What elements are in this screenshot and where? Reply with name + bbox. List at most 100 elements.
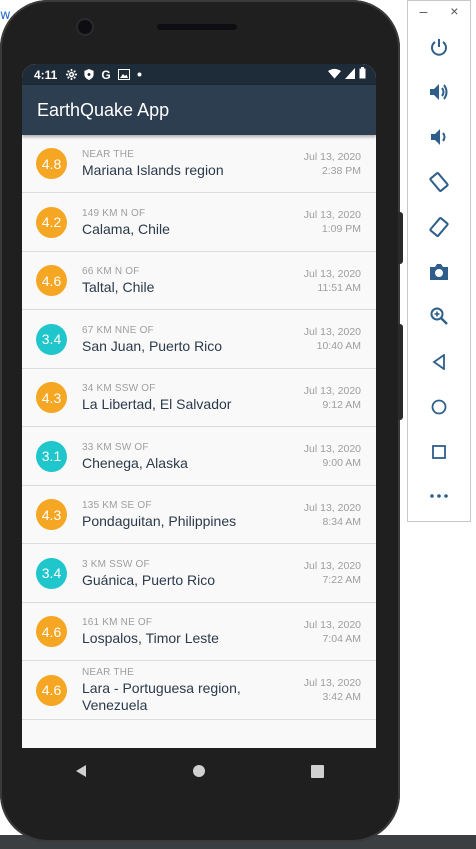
earthquake-list-item[interactable]: 4.6 NEAR THE Lara - Portuguesa region, Ven… (22, 661, 376, 720)
phone-screen: 4:11 G EarthQuake App 4.8 NEAR THE Maria… (22, 64, 376, 748)
primary-location: San Juan, Puerto Rico (82, 337, 223, 354)
magnitude-badge: 3.4 (36, 557, 67, 589)
primary-location: Calama, Chile (82, 220, 170, 237)
magnitude-badge: 4.2 (36, 206, 67, 238)
notification-dot-icon (137, 72, 142, 77)
location-offset: 67 KM NNE OF (82, 324, 154, 336)
location-block: 66 KM N OF Taltal, Chile (82, 265, 304, 296)
nav-overview-icon[interactable] (307, 761, 327, 781)
location-block: 149 KM N OF Calama, Chile (82, 207, 304, 238)
earthquake-list-item[interactable]: 4.2 149 KM N OF Calama, Chile Jul 13, 2020 1… (22, 193, 376, 252)
datetime-block: Jul 13, 2020 2:38 PM (304, 150, 361, 178)
quake-date: Jul 13, 2020 (303, 677, 361, 689)
nav-back-icon[interactable] (71, 761, 91, 781)
toolbar-header: – × (408, 1, 470, 21)
zoom-icon[interactable] (408, 301, 470, 331)
datetime-block: Jul 13, 2020 9:00 AM (304, 442, 361, 470)
location-offset: 34 KM SSW OF (82, 383, 156, 394)
side-power-button[interactable] (398, 212, 403, 264)
status-time: 4:11 (34, 67, 58, 82)
status-bar: 4:11 G (22, 64, 376, 85)
location-block: NEAR THE Mariana Islands region (82, 148, 304, 179)
emulator-toolbar: – × (407, 0, 471, 522)
location-block: 33 KM SW OF Chenega, Alaska (82, 441, 304, 472)
primary-location: Pondaguitan, Philippines (82, 513, 237, 529)
location-offset: 33 KM SW OF (82, 441, 149, 453)
power-icon[interactable] (408, 32, 470, 62)
earthquake-list-item[interactable]: 4.8 NEAR THE Mariana Islands region Jul 13,… (22, 135, 376, 193)
magnitude-badge: 4.6 (36, 265, 67, 296)
primary-location: Chenega, Alaska (82, 454, 188, 471)
quake-time: 8:34 AM (322, 515, 361, 528)
location-block: NEAR THE Lara - Portuguesa region, Venezu… (82, 666, 304, 714)
quake-date: Jul 13, 2020 (303, 267, 361, 280)
rotate-right-icon[interactable] (408, 212, 470, 242)
quake-date: Jul 13, 2020 (303, 443, 361, 455)
home-icon[interactable] (408, 392, 470, 422)
quake-time: 10:40 AM (316, 340, 361, 352)
quake-time: 1:09 PM (321, 223, 361, 235)
overview-icon[interactable] (408, 437, 470, 467)
battery-icon (359, 67, 366, 82)
side-volume-button[interactable] (398, 324, 403, 420)
camera-icon[interactable] (408, 257, 470, 287)
earthquake-list-item[interactable]: 4.6 66 KM N OF Taltal, Chile Jul 13, 2020 11… (22, 252, 376, 310)
quake-date: Jul 13, 2020 (303, 150, 361, 163)
location-offset: 135 KM SE OF (82, 500, 152, 511)
quake-date: Jul 13, 2020 (303, 560, 361, 572)
shield-icon (84, 69, 94, 80)
datetime-block: Jul 13, 2020 10:40 AM (304, 325, 361, 353)
datetime-block: Jul 13, 2020 8:34 AM (304, 501, 361, 529)
app-bar: EarthQuake App (22, 85, 376, 135)
earthquake-list-item[interactable]: 4.3 34 KM SSW OF La Libertad, El Salvador J… (22, 369, 376, 427)
earthquake-list[interactable]: 4.8 NEAR THE Mariana Islands region Jul 13,… (22, 135, 376, 720)
quake-date: Jul 13, 2020 (303, 384, 361, 397)
front-camera (78, 20, 92, 34)
primary-location: Taltal, Chile (82, 279, 155, 295)
quake-date: Jul 13, 2020 (303, 501, 361, 514)
datetime-block: Jul 13, 2020 1:09 PM (304, 208, 361, 236)
quake-time: 7:22 AM (322, 574, 361, 586)
primary-location: Lara - Portuguesa region, Venezuela (82, 680, 241, 713)
quake-time: 2:38 PM (321, 164, 361, 177)
minimize-button[interactable]: – (420, 3, 428, 19)
primary-location: La Libertad, El Salvador (82, 396, 232, 412)
nav-home-icon[interactable] (189, 761, 209, 781)
gallery-icon (117, 69, 130, 80)
location-block: 3 KM SSW OF Guánica, Puerto Rico (82, 558, 304, 589)
earthquake-list-item[interactable]: 4.6 161 KM NE OF Lospalos, Timor Leste Jul … (22, 603, 376, 661)
quake-time: 11:51 AM (317, 281, 361, 294)
location-offset: 149 KM N OF (82, 207, 146, 219)
earthquake-list-item[interactable]: 3.1 33 KM SW OF Chenega, Alaska Jul 13, 202… (22, 427, 376, 486)
magnitude-badge: 3.1 (36, 440, 67, 472)
back-icon[interactable] (408, 347, 470, 377)
quake-time: 7:04 AM (322, 632, 361, 645)
primary-location: Guánica, Puerto Rico (82, 571, 216, 588)
location-offset: 66 KM N OF (82, 266, 140, 277)
wifi-icon (328, 68, 341, 82)
location-offset: NEAR THE (82, 667, 134, 678)
more-icon[interactable] (408, 481, 470, 511)
settings-icon (66, 69, 78, 80)
datetime-block: Jul 13, 2020 7:04 AM (304, 618, 361, 646)
magnitude-badge: 4.8 (36, 148, 67, 179)
close-button[interactable]: × (450, 3, 458, 19)
earpiece-speaker (157, 24, 237, 30)
datetime-block: Jul 13, 2020 3:42 AM (304, 676, 361, 704)
volume-down-icon[interactable] (408, 122, 470, 152)
quake-time: 3:42 AM (322, 691, 361, 703)
location-block: 161 KM NE OF Lospalos, Timor Leste (82, 616, 304, 647)
rotate-left-icon[interactable] (408, 167, 470, 197)
magnitude-badge: 3.4 (36, 323, 67, 355)
earthquake-list-item[interactable]: 3.4 67 KM NNE OF San Juan, Puerto Rico Jul … (22, 310, 376, 369)
volume-up-icon[interactable] (408, 77, 470, 107)
location-offset: 3 KM SSW OF (82, 558, 150, 570)
quake-date: Jul 13, 2020 (303, 209, 361, 221)
location-offset: NEAR THE (82, 149, 134, 160)
quake-time: 9:00 AM (322, 457, 361, 469)
earthquake-list-item[interactable]: 4.3 135 KM SE OF Pondaguitan, Philippines J… (22, 486, 376, 544)
earthquake-list-item[interactable]: 3.4 3 KM SSW OF Guánica, Puerto Rico Jul 13… (22, 544, 376, 603)
magnitude-badge: 4.3 (36, 499, 67, 530)
magnitude-badge: 4.3 (36, 382, 67, 413)
google-icon: G (101, 67, 111, 82)
